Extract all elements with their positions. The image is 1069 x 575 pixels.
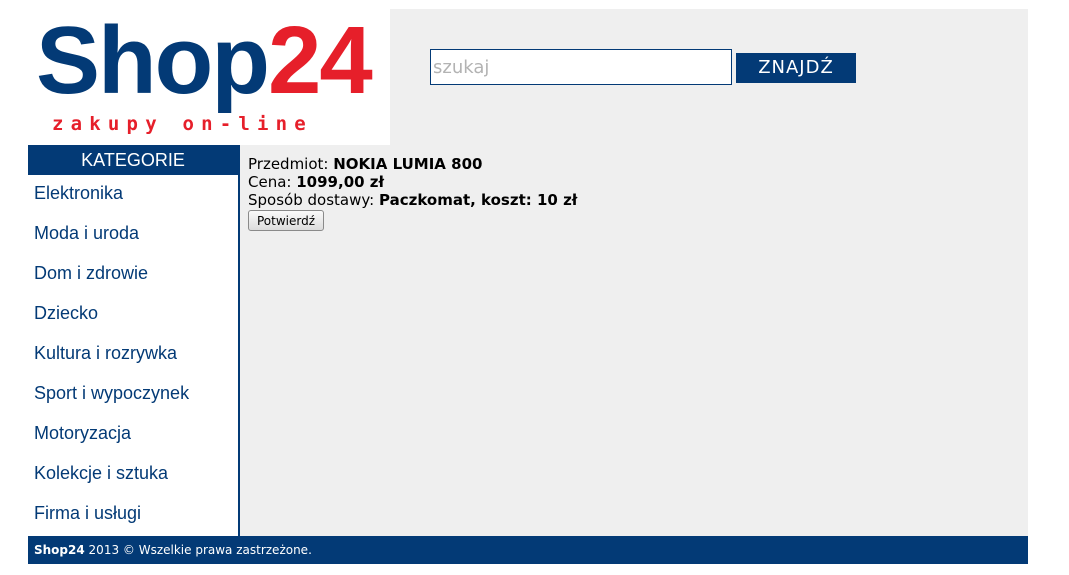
confirm-button[interactable]: Potwierdź: [248, 210, 325, 231]
order-price-value: 1099,00 zł: [296, 173, 385, 191]
order-item-label: Przedmiot:: [248, 155, 329, 173]
sidebar-item-motoryzacja[interactable]: Motoryzacja: [28, 415, 238, 455]
logo-number: 24: [267, 7, 373, 114]
search-bar: ZNAJDŹ: [390, 9, 1028, 145]
order-price-label: Cena:: [248, 173, 292, 191]
footer: Shop24 2013 © Wszelkie prawa zastrzeżone…: [28, 536, 1028, 564]
sidebar-item-dziecko[interactable]: Dziecko: [28, 295, 238, 335]
sidebar-item-sport-i-wypoczynek[interactable]: Sport i wypoczynek: [28, 375, 238, 415]
footer-brand: Shop24: [34, 543, 85, 557]
order-price-row: Cena: 1099,00 zł: [248, 173, 577, 191]
logo-wordmark: Shop24: [36, 11, 373, 111]
logo-name: Shop: [36, 7, 270, 114]
sidebar-item-kolekcje-i-sztuka[interactable]: Kolekcje i sztuka: [28, 455, 238, 495]
order-summary: Przedmiot: NOKIA LUMIA 800 Cena: 1099,00…: [248, 155, 577, 231]
order-delivery-value: Paczkomat, koszt: 10 zł: [378, 191, 578, 209]
order-delivery-label: Sposób dostawy:: [248, 191, 375, 209]
category-list: Elektronika Moda i uroda Dom i zdrowie D…: [28, 175, 238, 535]
main-content: Przedmiot: NOKIA LUMIA 800 Cena: 1099,00…: [240, 145, 1028, 536]
category-sidebar: KATEGORIE Elektronika Moda i uroda Dom i…: [28, 145, 240, 536]
search-input[interactable]: [430, 49, 732, 85]
sidebar-title: KATEGORIE: [28, 145, 238, 175]
order-item-value: NOKIA LUMIA 800: [333, 155, 483, 173]
sidebar-item-kultura-i-rozrywka[interactable]: Kultura i rozrywka: [28, 335, 238, 375]
footer-copyright: 2013 © Wszelkie prawa zastrzeżone.: [88, 543, 312, 557]
order-delivery-row: Sposób dostawy: Paczkomat, koszt: 10 zł: [248, 191, 577, 209]
order-item-row: Przedmiot: NOKIA LUMIA 800: [248, 155, 577, 173]
sidebar-item-moda-i-uroda[interactable]: Moda i uroda: [28, 215, 238, 255]
header: Shop24 zakupy on-line ZNAJDŹ: [28, 9, 1028, 145]
page: Shop24 zakupy on-line ZNAJDŹ KATEGORIE E…: [28, 9, 1028, 564]
sidebar-item-elektronika[interactable]: Elektronika: [28, 175, 238, 215]
sidebar-item-dom-i-zdrowie[interactable]: Dom i zdrowie: [28, 255, 238, 295]
sidebar-item-firma-i-uslugi[interactable]: Firma i usługi: [28, 495, 238, 535]
search-button[interactable]: ZNAJDŹ: [736, 53, 856, 83]
logo-tagline: zakupy on-line: [52, 113, 313, 135]
logo[interactable]: Shop24 zakupy on-line: [28, 9, 390, 139]
